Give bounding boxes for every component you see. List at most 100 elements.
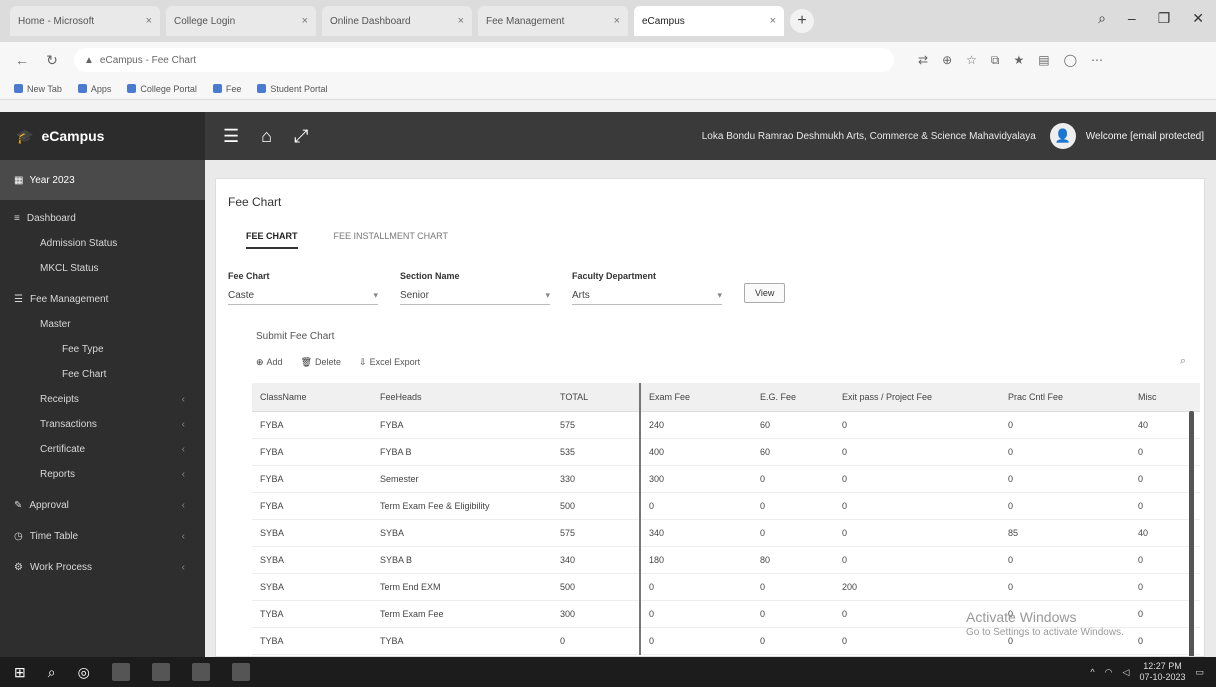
fullscreen-icon[interactable]: ⤢ bbox=[294, 126, 308, 147]
column-header[interactable]: FeeHeads bbox=[372, 383, 552, 412]
avatar[interactable]: 👤 bbox=[1049, 123, 1076, 149]
table-row[interactable]: FYBA FYBA 575 240 60 0 0 40 bbox=[252, 411, 1200, 439]
close-icon[interactable]: × bbox=[614, 15, 620, 27]
hamburger-menu-icon[interactable]: ☰ bbox=[223, 126, 239, 147]
table-cell: 0 bbox=[834, 465, 1000, 493]
sidebar-item-time-table[interactable]: ◷ Time Table ‹ bbox=[0, 524, 205, 549]
app-icon[interactable] bbox=[231, 663, 250, 681]
table-row[interactable]: SYBA SYBA 575 340 0 0 85 40 bbox=[252, 519, 1200, 547]
table-row[interactable]: SYBA SYBA B 340 180 80 0 0 0 bbox=[252, 546, 1200, 574]
new-tab-icon[interactable]: + bbox=[790, 9, 814, 33]
windows-start-icon[interactable]: ⊞ bbox=[14, 664, 26, 681]
search-icon[interactable]: ⌕ bbox=[1180, 355, 1186, 368]
sidebar-item-transactions[interactable]: Transactions ‹ bbox=[0, 412, 205, 437]
browser-tab[interactable]: College Login × bbox=[166, 6, 316, 36]
fee-chart-select[interactable]: Caste ▾ bbox=[228, 287, 378, 305]
search-icon[interactable]: ⌕ bbox=[1098, 10, 1106, 27]
star-icon[interactable]: ☆ bbox=[966, 53, 977, 68]
network-icon[interactable]: ◠ bbox=[1105, 667, 1113, 678]
bookmark-icon bbox=[257, 84, 267, 93]
sidebar-item-reports[interactable]: Reports ‹ bbox=[0, 462, 205, 487]
table-cell: Term Exam Fee bbox=[372, 600, 552, 628]
sidebar-item-admission-status[interactable]: Admission Status bbox=[0, 231, 205, 256]
close-icon[interactable]: × bbox=[302, 15, 308, 27]
section-name-select[interactable]: Senior ▾ bbox=[400, 287, 550, 305]
sidebar-item-work-process[interactable]: ⚙ Work Process ‹ bbox=[0, 555, 205, 580]
browser-tab[interactable]: Home - Microsoft × bbox=[10, 6, 160, 36]
tab-fee-chart[interactable]: FEE CHART bbox=[246, 231, 298, 249]
browser-tab-active[interactable]: eCampus × bbox=[634, 6, 784, 36]
extensions-icon[interactable]: ⧉ bbox=[991, 53, 1000, 68]
sidebar-item-master[interactable]: Master bbox=[0, 312, 205, 337]
table-row[interactable]: FYBA Term Exam Fee & Eligibility 500 0 0 0 0 0 bbox=[252, 492, 1200, 520]
clock[interactable]: 12:27 PM 07-10-2023 bbox=[1139, 661, 1185, 683]
table-row[interactable]: FYBA FYBA B 535 400 60 0 0 0 bbox=[252, 438, 1200, 466]
home-icon[interactable]: ⌂ bbox=[261, 126, 272, 147]
column-header[interactable]: ClassName bbox=[252, 383, 372, 412]
reload-icon[interactable]: ↻ bbox=[44, 52, 60, 69]
year-selector[interactable]: ▦ Year 2023 bbox=[0, 160, 205, 200]
table-row[interactable]: SYBA Term End EXM 500 0 0 200 0 0 bbox=[252, 573, 1200, 601]
translate-icon[interactable]: ⇄ bbox=[918, 53, 928, 68]
sidebar-item-receipts[interactable]: Receipts ‹ bbox=[0, 387, 205, 412]
minimize-icon[interactable]: – bbox=[1128, 10, 1136, 27]
bookmarks-bar: New Tab Apps College Portal Fee Student … bbox=[0, 78, 1216, 100]
collections-icon[interactable]: ▤ bbox=[1038, 53, 1049, 68]
brand-logo[interactable]: 🎓 eCampus bbox=[0, 112, 205, 160]
view-button[interactable]: View bbox=[744, 283, 786, 303]
menu-icon[interactable]: ⋯ bbox=[1091, 53, 1103, 68]
zoom-icon[interactable]: ⊕ bbox=[942, 53, 952, 68]
back-icon[interactable]: ← bbox=[14, 52, 30, 68]
delete-button[interactable]: 🗑 Delete bbox=[301, 357, 341, 368]
browser-tab[interactable]: Online Dashboard × bbox=[322, 6, 472, 36]
close-icon[interactable]: × bbox=[458, 15, 464, 27]
add-button[interactable]: ⊕ Add bbox=[256, 357, 283, 368]
url-input[interactable]: ▲ eCampus - Fee Chart bbox=[74, 48, 894, 72]
table-cell: 575 bbox=[552, 411, 640, 439]
file-explorer-icon[interactable] bbox=[111, 663, 130, 681]
sidebar-item-fee-chart[interactable]: Fee Chart bbox=[0, 362, 205, 387]
sidebar-item-certificate[interactable]: Certificate ‹ bbox=[0, 437, 205, 462]
task-view-icon[interactable]: ◎ bbox=[78, 664, 90, 681]
close-icon[interactable]: × bbox=[770, 15, 776, 27]
bookmark-item[interactable]: Fee bbox=[212, 84, 241, 94]
tray-arrow-icon[interactable]: ^ bbox=[1090, 667, 1094, 677]
app-header: 🎓 eCampus ☰ ⌂ ⤢ Loka Bondu Ramrao Deshmu… bbox=[0, 112, 1216, 160]
column-header[interactable]: E.G. Fee bbox=[752, 383, 834, 412]
column-header[interactable]: Prac Cntl Fee bbox=[1000, 383, 1130, 412]
close-icon[interactable]: × bbox=[146, 15, 152, 27]
sidebar-item-fee-management[interactable]: ☰ Fee Management bbox=[0, 287, 205, 312]
bookmark-item[interactable]: Student Portal bbox=[257, 84, 327, 94]
tab-fee-installment-chart[interactable]: FEE INSTALLMENT CHART bbox=[334, 231, 449, 249]
browser-tab[interactable]: Fee Management × bbox=[478, 6, 628, 36]
profile-icon[interactable]: ◯ bbox=[1064, 53, 1077, 68]
favorites-icon[interactable]: ★ bbox=[1013, 53, 1024, 68]
bookmark-item[interactable]: New Tab bbox=[14, 84, 62, 94]
search-icon[interactable]: ⌕ bbox=[48, 664, 56, 681]
notification-icon[interactable]: ▭ bbox=[1195, 667, 1204, 678]
volume-icon[interactable]: ◁ bbox=[1123, 667, 1130, 678]
store-icon[interactable] bbox=[151, 663, 170, 681]
edge-browser-icon[interactable] bbox=[191, 663, 210, 681]
table-row[interactable]: FYBA Semester 330 300 0 0 0 0 bbox=[252, 465, 1200, 493]
table-cell: 0 bbox=[752, 573, 834, 601]
vertical-scrollbar[interactable] bbox=[1189, 411, 1194, 656]
sidebar-item-fee-type[interactable]: Fee Type bbox=[0, 337, 205, 362]
column-header[interactable]: Exam Fee bbox=[639, 383, 752, 412]
table-cell: FYBA bbox=[252, 465, 372, 493]
bookmark-item[interactable]: Apps bbox=[77, 84, 111, 94]
sidebar-item-approval[interactable]: ✎ Approval ‹ bbox=[0, 493, 205, 518]
column-header[interactable]: Misc bbox=[1130, 383, 1200, 412]
chevron-down-icon: ▾ bbox=[717, 290, 722, 300]
column-header[interactable]: Exit pass / Project Fee bbox=[834, 383, 1000, 412]
bookmark-item[interactable]: College Portal bbox=[127, 84, 197, 94]
bookmark-icon bbox=[212, 84, 222, 93]
close-window-icon[interactable]: ✕ bbox=[1192, 10, 1204, 27]
sidebar-item-dashboard[interactable]: ≡ Dashboard bbox=[0, 206, 205, 231]
column-header[interactable]: TOTAL bbox=[552, 383, 640, 412]
sidebar-item-mkcl-status[interactable]: MKCL Status bbox=[0, 256, 205, 281]
restore-icon[interactable]: ❐ bbox=[1158, 10, 1171, 27]
excel-export-button[interactable]: ⇩ Excel Export bbox=[359, 357, 420, 368]
user-menu[interactable]: Welcome [email protected] bbox=[1086, 131, 1216, 142]
faculty-department-select[interactable]: Arts ▾ bbox=[572, 287, 722, 305]
